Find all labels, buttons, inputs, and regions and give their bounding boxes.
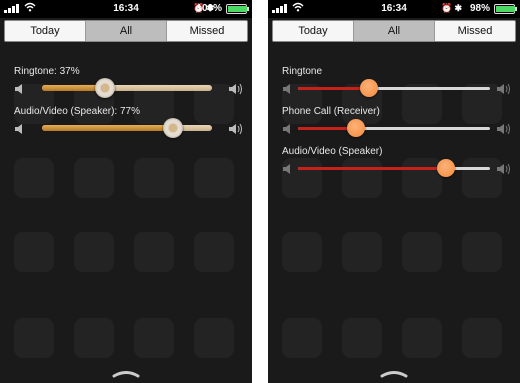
audio-video-slider-track[interactable] — [298, 167, 490, 170]
audio-video-slider-thumb[interactable] — [162, 118, 183, 138]
tab-today[interactable]: Today — [273, 21, 354, 41]
slider-row-audio-video: Audio/Video (Speaker) — [268, 146, 520, 186]
audio-video-slider-fill — [42, 125, 173, 131]
status-bar: 16:34 ⏰✱ 98% — [268, 0, 520, 18]
tab-missed[interactable]: Missed — [167, 21, 247, 41]
speaker-high-icon — [496, 162, 510, 175]
audio-video-slider-thumb[interactable] — [436, 159, 455, 177]
audio-video-label: Audio/Video (Speaker) — [282, 146, 383, 157]
ringtone-slider-track[interactable] — [42, 85, 212, 91]
right-screen: 16:34 ⏰✱ 98% Today All Missed Ringtone P… — [268, 0, 520, 383]
audio-video-slider-track[interactable] — [42, 125, 212, 131]
phone-call-slider-thumb[interactable] — [346, 119, 365, 137]
speaker-high-icon — [228, 122, 242, 135]
battery-percent: 100% — [196, 3, 222, 14]
tab-all[interactable]: All — [86, 21, 167, 41]
speaker-high-icon — [228, 82, 242, 95]
ringtone-slider-thumb[interactable] — [94, 78, 115, 98]
slider-row-phone-call: Phone Call (Receiver) — [268, 106, 520, 146]
audio-video-label: Audio/Video (Speaker): 77% — [14, 106, 141, 117]
ringtone-slider-fill — [298, 87, 370, 90]
tab-missed[interactable]: Missed — [435, 21, 515, 41]
left-screen: 16:34 ⏰✱ 100% Today All Missed Ringtone:… — [0, 0, 252, 383]
battery-fill — [496, 6, 515, 12]
speaker-low-icon — [282, 122, 296, 134]
audio-video-slider-fill — [298, 167, 446, 170]
speaker-low-icon — [282, 162, 296, 174]
ringtone-slider-track[interactable] — [298, 87, 490, 90]
tab-bar: Today All Missed — [4, 20, 248, 42]
ringtone-label: Ringtone: 37% — [14, 66, 80, 77]
speaker-low-icon — [14, 122, 28, 134]
battery-fill — [228, 6, 247, 12]
speaker-high-icon — [496, 122, 510, 135]
slider-row-audio-video: Audio/Video (Speaker): 77% — [0, 106, 252, 146]
slider-row-ringtone: Ringtone — [268, 66, 520, 106]
speaker-high-icon — [496, 82, 510, 95]
tab-all[interactable]: All — [354, 21, 435, 41]
ringtone-label: Ringtone — [282, 66, 323, 77]
battery-icon — [494, 4, 517, 14]
speaker-low-icon — [14, 82, 28, 94]
battery-percent: 98% — [469, 3, 490, 14]
alarm-bluetooth-icons: ⏰✱ — [441, 3, 464, 13]
ringtone-slider-thumb[interactable] — [360, 79, 379, 97]
chevron-handle-icon[interactable] — [379, 365, 409, 378]
speaker-low-icon — [282, 82, 296, 94]
status-bar: 16:34 ⏰✱ 100% — [0, 0, 252, 18]
chevron-handle-icon[interactable] — [111, 365, 141, 378]
tab-bar: Today All Missed — [272, 20, 516, 42]
phone-call-slider-track[interactable] — [298, 127, 490, 130]
battery-icon — [226, 4, 249, 14]
tab-today[interactable]: Today — [5, 21, 86, 41]
phone-call-label: Phone Call (Receiver) — [282, 106, 380, 117]
slider-row-ringtone: Ringtone: 37% — [0, 66, 252, 106]
